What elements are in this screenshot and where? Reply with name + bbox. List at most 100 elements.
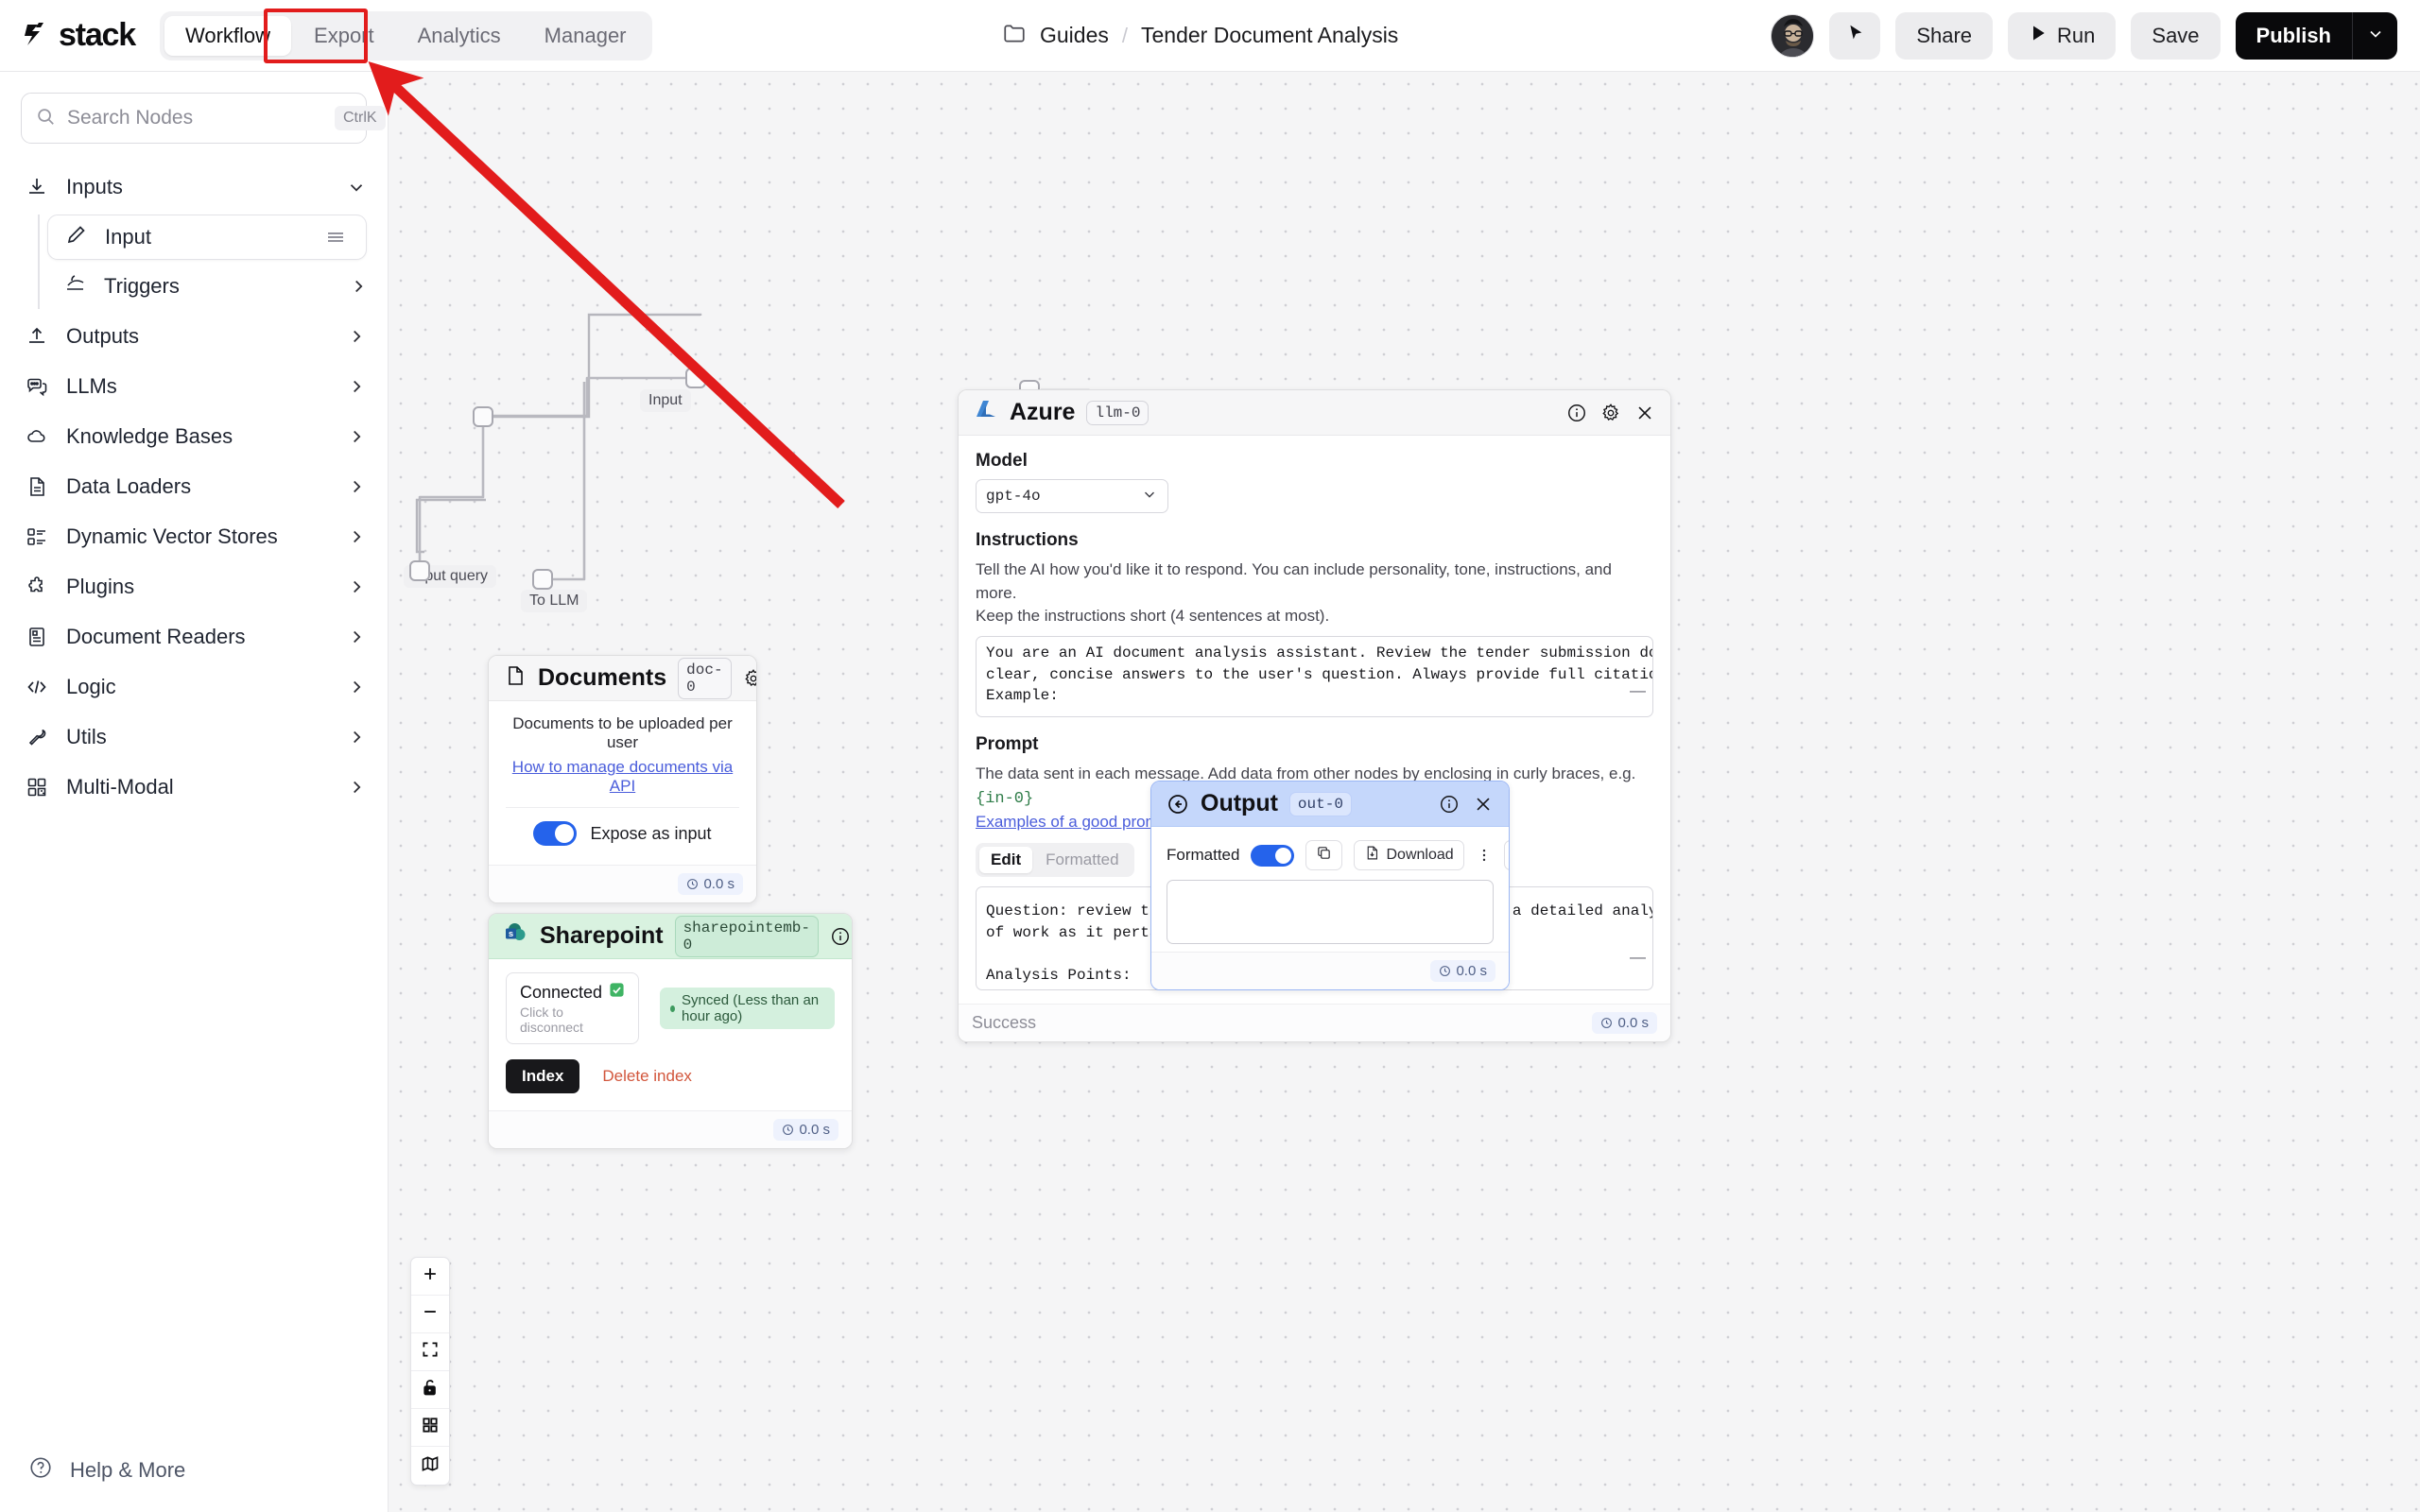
node-output[interactable]: Output out-0 Formatted Download 0.0 s (1150, 781, 1510, 990)
breadcrumb-root[interactable]: Guides (1040, 23, 1109, 48)
breadcrumb-current[interactable]: Tender Document Analysis (1141, 23, 1398, 48)
prompt-label: Prompt (976, 733, 1039, 754)
sidebar-item-multi-modal[interactable]: Multi-Modal (0, 765, 388, 810)
download-button[interactable]: Download (1354, 840, 1464, 870)
documents-timer-value: 0.0 s (703, 876, 735, 892)
documents-api-link[interactable]: How to manage documents via API (512, 758, 733, 795)
chevron-right-icon (346, 677, 367, 697)
sidebar-item-dynamic-vector-stores[interactable]: Dynamic Vector Stores (0, 514, 388, 559)
delete-index-link[interactable]: Delete index (602, 1067, 692, 1086)
sidebar-item-input[interactable]: Input (47, 215, 367, 260)
node-azure-footer: Success 0.0 s (959, 1004, 1670, 1042)
expose-as-input-toggle[interactable] (533, 821, 578, 846)
lock-canvas-button[interactable] (411, 1371, 449, 1409)
prompt-tab-formatted[interactable]: Formatted (1034, 847, 1130, 873)
sidebar-item-outputs[interactable]: Outputs (0, 314, 388, 359)
share-button[interactable]: Share (1895, 11, 1994, 60)
gear-icon[interactable] (743, 668, 756, 689)
node-sharepoint-header: s Sharepoint sharepointemb-0 (489, 914, 852, 959)
chat-bubbles-icon (25, 374, 49, 399)
drag-handle-icon[interactable] (324, 226, 347, 249)
chevron-right-icon (346, 727, 367, 747)
toggle-grid-button[interactable] (411, 1409, 449, 1447)
save-button[interactable]: Save (2131, 11, 2221, 60)
sidebar-item-triggers[interactable]: Triggers (47, 264, 388, 309)
fit-view-button[interactable] (411, 1333, 449, 1371)
node-documents-header: Documents doc-0 (489, 656, 756, 701)
search-input[interactable] (67, 107, 323, 129)
sidebar-item-label: Inputs (66, 175, 123, 198)
avatar[interactable] (1771, 13, 1815, 58)
info-icon[interactable] (1566, 403, 1587, 423)
sidebar-item-data-loaders[interactable]: Data Loaders (0, 464, 388, 509)
search-nodes-box[interactable]: CtrlK (21, 93, 386, 144)
copy-button[interactable] (1305, 840, 1343, 870)
sidebar-item-document-readers[interactable]: Document Readers (0, 614, 388, 660)
toggle-minimap-button[interactable] (411, 1447, 449, 1485)
info-icon[interactable] (1439, 794, 1460, 815)
node-azure-actions (1566, 403, 1655, 423)
run-button[interactable]: Run (2008, 11, 2117, 60)
prompt-examples-link[interactable]: Examples of a good prompt (976, 813, 1172, 831)
inputs-subnav: Input Triggers (38, 215, 388, 309)
workflow-canvas[interactable]: Input Input query To LLM Completion Docu… (389, 72, 2420, 1512)
chevron-down-icon (1141, 486, 1158, 507)
azure-input-port[interactable] (685, 368, 706, 388)
gear-icon[interactable] (1600, 403, 1621, 423)
sidebar-item-utils[interactable]: Utils (0, 714, 388, 760)
clear-button[interactable]: Clear (1503, 840, 1509, 870)
grid-modal-icon (25, 775, 49, 799)
node-azure-badge: llm-0 (1086, 400, 1150, 425)
prompt-mode-toggle: Edit Formatted (976, 843, 1134, 878)
sidebar-item-knowledge-bases[interactable]: Knowledge Bases (0, 414, 388, 459)
tab-manager[interactable]: Manager (524, 16, 648, 56)
sidebar-item-llms[interactable]: LLMs (0, 364, 388, 409)
sharepoint-to-llm-port[interactable] (532, 569, 553, 590)
info-icon[interactable] (830, 926, 851, 947)
help-and-more-button[interactable]: Help & More (0, 1455, 389, 1486)
tab-workflow[interactable]: Workflow (164, 15, 292, 56)
close-icon[interactable] (1634, 403, 1655, 423)
node-sharepoint[interactable]: s Sharepoint sharepointemb-0 Connected C… (488, 913, 853, 1149)
node-sharepoint-badge: sharepointemb-0 (674, 915, 819, 957)
sharepoint-input-query-port[interactable] (409, 560, 430, 581)
tab-analytics[interactable]: Analytics (397, 16, 522, 56)
zoom-in-button[interactable] (411, 1258, 449, 1296)
output-timer: 0.0 s (1430, 960, 1495, 982)
sharepoint-actions-row: Index Delete index (506, 1044, 835, 1101)
azure-status: Success (972, 1013, 1037, 1033)
output-formatted-toggle[interactable] (1251, 844, 1295, 867)
more-vertical-icon[interactable] (1476, 847, 1493, 864)
node-sharepoint-actions (830, 926, 852, 947)
brand-logo[interactable]: stack (21, 17, 136, 54)
azure-icon (974, 398, 998, 427)
instructions-scroll-indicator: — (1630, 680, 1646, 699)
cursor-mode-button[interactable] (1829, 11, 1881, 60)
sharepoint-connected-box[interactable]: Connected Click to disconnect (506, 972, 640, 1044)
model-select[interactable]: gpt-4o (976, 479, 1168, 513)
sidebar-item-label: Outputs (66, 324, 140, 348)
output-textarea[interactable] (1167, 880, 1494, 944)
documents-output-port[interactable] (473, 406, 493, 427)
sidebar-item-inputs[interactable]: Inputs (0, 164, 388, 210)
code-brackets-icon (25, 675, 49, 699)
publish-dropdown-button[interactable] (2352, 11, 2397, 60)
instructions-textarea[interactable]: You are an AI document analysis assistan… (976, 635, 1653, 717)
chevron-right-icon (346, 376, 367, 397)
node-documents[interactable]: Documents doc-0 Documents to be uploaded… (488, 655, 757, 903)
sharepoint-connected-label: Connected (520, 982, 603, 1002)
sidebar-item-logic[interactable]: Logic (0, 664, 388, 710)
chevron-right-icon (348, 276, 369, 297)
prompt-tab-edit[interactable]: Edit (979, 847, 1033, 874)
azure-timer: 0.0 s (1592, 1012, 1657, 1035)
node-output-header: Output out-0 (1151, 782, 1509, 827)
back-arrow-icon[interactable] (1167, 793, 1189, 816)
chevron-down-icon (346, 177, 367, 198)
zoom-out-button[interactable] (411, 1296, 449, 1333)
instructions-label: Instructions (976, 530, 1079, 550)
publish-button[interactable]: Publish (2235, 11, 2352, 60)
tab-export[interactable]: Export (293, 16, 395, 56)
index-button[interactable]: Index (506, 1059, 580, 1093)
close-icon[interactable] (1473, 794, 1494, 815)
sidebar-item-plugins[interactable]: Plugins (0, 564, 388, 610)
